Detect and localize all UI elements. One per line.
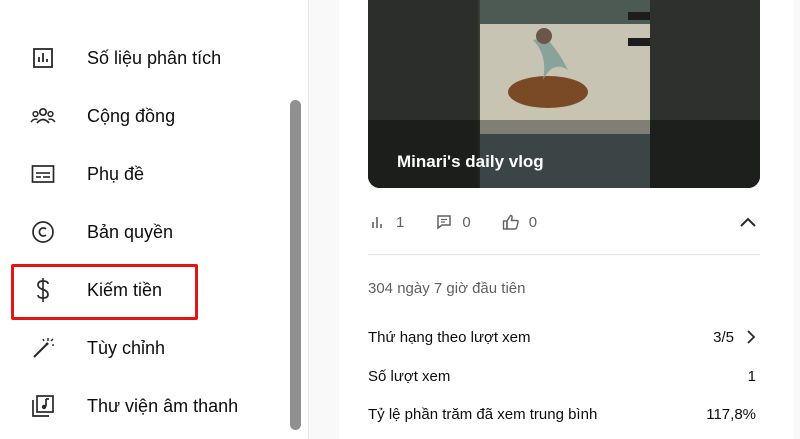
community-icon [30, 103, 56, 129]
views-count: 1 [396, 213, 405, 231]
sidebar-item-community[interactable]: Cộng đồng [0, 87, 290, 145]
sidebar-item-label: Tùy chỉnh [87, 337, 166, 358]
metric-value: 3/5 [713, 328, 734, 346]
views-stat: 1 [368, 212, 404, 232]
subtitles-icon [30, 161, 56, 187]
video-thumbnail-card[interactable]: Minari's daily vlog [368, 0, 760, 188]
divider [368, 254, 760, 255]
chevron-up-icon[interactable] [736, 210, 760, 234]
video-quick-stats: 1 0 0 [368, 208, 760, 236]
likes-count: 0 [528, 213, 538, 231]
likes-stat: 0 [501, 212, 537, 232]
audio-library-icon [30, 393, 56, 419]
metric-value: 1 [747, 367, 756, 385]
stats-period-label: 304 ngày 7 giờ đầu tiên [368, 280, 526, 297]
main-content: Minari's daily vlog 1 0 0 304 ngày 7 giờ… [309, 0, 800, 439]
metric-value: 117,8% [706, 405, 756, 423]
comments-stat: 0 [434, 212, 471, 232]
dollar-icon [30, 277, 56, 303]
magic-wand-icon [30, 335, 56, 361]
metric-label: Tỷ lệ phần trăm đã xem trung bình [368, 405, 598, 423]
metric-row-avg-percent: Tỷ lệ phần trăm đã xem trung bình 117,8% [368, 402, 760, 426]
sidebar-item-customization[interactable]: Tùy chỉnh [0, 319, 290, 377]
metric-row-views: Số lượt xem 1 [368, 364, 760, 388]
sidebar-item-label: Cộng đồng [87, 105, 176, 126]
sidebar-item-label: Phụ đề [87, 163, 145, 184]
analytics-icon [30, 45, 56, 71]
sidebar: Số liệu phân tích Cộng đồng Phụ đề Bản q… [0, 0, 309, 439]
sidebar-item-subtitles[interactable]: Phụ đề [0, 145, 290, 203]
chevron-right-icon[interactable] [742, 328, 760, 346]
sidebar-item-label: Số liệu phân tích [87, 47, 222, 68]
video-title: Minari's daily vlog [397, 152, 544, 171]
thumbs-up-icon [501, 212, 521, 232]
metric-row-rank[interactable]: Thứ hạng theo lượt xem 3/5 [368, 325, 760, 349]
metric-label: Thứ hạng theo lượt xem [368, 328, 531, 346]
sidebar-item-monetization[interactable]: Kiếm tiền [0, 261, 290, 319]
sidebar-item-analytics[interactable]: Số liệu phân tích [0, 29, 290, 87]
metric-label: Số lượt xem [368, 367, 451, 385]
bar-chart-icon [368, 212, 388, 232]
sidebar-item-label: Thư viện âm thanh [87, 395, 239, 416]
video-details-panel: Minari's daily vlog 1 0 0 304 ngày 7 giờ… [339, 0, 794, 439]
comment-icon [434, 212, 454, 232]
sidebar-item-copyright[interactable]: Bản quyền [0, 203, 290, 261]
sidebar-item-audio-library[interactable]: Thư viện âm thanh [0, 377, 290, 435]
sidebar-item-label: Bản quyền [87, 221, 174, 242]
copyright-icon [30, 219, 56, 245]
sidebar-item-label: Kiếm tiền [87, 279, 163, 300]
sidebar-scrollbar[interactable] [290, 100, 301, 430]
comments-count: 0 [462, 213, 471, 231]
